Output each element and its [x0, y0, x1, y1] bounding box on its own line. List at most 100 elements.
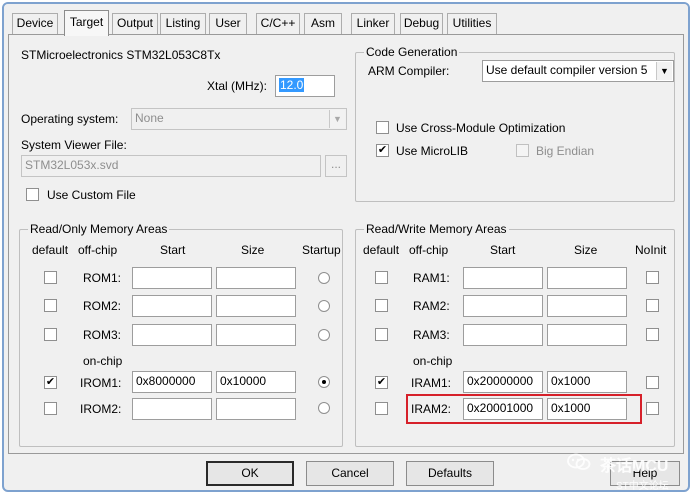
xtal-label: Xtal (MHz): [207, 79, 267, 93]
rom1-label: ROM1: [83, 271, 122, 285]
arm-compiler-label: ARM Compiler: [368, 64, 450, 78]
svd-path-field: STM32L053x.svd [21, 155, 321, 177]
tab-cpp[interactable]: C/C++ [256, 13, 300, 34]
irom2-startup-radio[interactable] [318, 402, 330, 414]
rom-header-default: default [32, 243, 69, 257]
rom2-startup-radio[interactable] [318, 300, 330, 312]
tab-bar: Device Target Output Listing User C/C++ … [4, 4, 688, 36]
ram3-default-checkbox[interactable] [375, 328, 388, 341]
ram3-size-input[interactable] [547, 324, 627, 346]
ram3-label: RAM3: [413, 328, 450, 342]
tab-linker[interactable]: Linker [351, 13, 395, 34]
rom1-startup-radio[interactable] [318, 272, 330, 284]
irom2-default-checkbox[interactable] [44, 402, 57, 415]
tab-asm[interactable]: Asm [304, 13, 342, 34]
ram2-size-input[interactable] [547, 295, 627, 317]
rom3-label: ROM3: [83, 328, 122, 342]
rom-header-start: Start [160, 243, 186, 257]
arm-compiler-select[interactable]: Use default compiler version 5 ▼ [482, 60, 674, 82]
tab-utilities[interactable]: Utilities [447, 13, 497, 34]
svd-label: System Viewer File: [21, 138, 127, 152]
ok-button[interactable]: OK [206, 461, 294, 486]
xtal-input[interactable]: 12.0 [275, 75, 335, 97]
ram1-default-checkbox[interactable] [375, 271, 388, 284]
rom-header-size: Size [241, 243, 265, 257]
read-only-memory-group: Read/Only Memory Areas default off-chip … [19, 222, 343, 447]
ram3-noinit-checkbox[interactable] [646, 328, 659, 341]
watermark-logo-icon [567, 452, 591, 475]
defaults-button[interactable]: Defaults [406, 461, 494, 486]
rom3-size-input[interactable] [216, 324, 296, 346]
iram2-default-checkbox[interactable] [375, 402, 388, 415]
ram1-start-input[interactable] [463, 267, 543, 289]
irom2-label: IROM2: [80, 402, 122, 416]
ram-header-size: Size [574, 243, 598, 257]
microlib-checkbox[interactable]: ✔ [376, 144, 389, 157]
iram1-noinit-checkbox[interactable] [646, 376, 659, 389]
check-icon: ✔ [376, 376, 387, 388]
rom3-start-input[interactable] [132, 324, 212, 346]
irom2-start-input[interactable] [132, 398, 212, 420]
check-icon: ✔ [45, 376, 56, 388]
code-generation-group: Code Generation ARM Compiler: Use defaul… [355, 45, 675, 202]
device-name: STMicroelectronics STM32L053C8Tx [21, 48, 221, 62]
big-endian-checkbox [516, 144, 529, 157]
tab-debug[interactable]: Debug [400, 13, 443, 34]
cancel-button[interactable]: Cancel [306, 461, 394, 486]
iram1-start-input[interactable]: 0x20000000 [463, 371, 543, 393]
tab-user[interactable]: User [209, 13, 247, 34]
tab-target[interactable]: Target [64, 10, 109, 36]
irom1-start-input[interactable]: 0x8000000 [132, 371, 212, 393]
svd-browse-button: ... [325, 155, 347, 177]
chevron-down-icon[interactable]: ▼ [656, 62, 672, 80]
ram2-start-input[interactable] [463, 295, 543, 317]
irom1-default-checkbox[interactable]: ✔ [44, 376, 57, 389]
tab-output[interactable]: Output [112, 13, 158, 34]
cross-module-checkbox[interactable] [376, 121, 389, 134]
cross-module-label: Use Cross-Module Optimization [396, 121, 566, 135]
watermark-sub: ST中文论坛 [616, 481, 669, 492]
iram1-default-checkbox[interactable]: ✔ [375, 376, 388, 389]
rom2-default-checkbox[interactable] [44, 299, 57, 312]
ram2-label: RAM2: [413, 299, 450, 313]
chevron-down-icon: ▼ [329, 110, 345, 128]
read-write-memory-group: Read/Write Memory Areas default off-chip… [355, 222, 675, 447]
read-write-memory-title: Read/Write Memory Areas [364, 222, 509, 236]
tab-listing[interactable]: Listing [160, 13, 206, 34]
ram1-label: RAM1: [413, 271, 450, 285]
irom1-startup-radio[interactable] [318, 376, 330, 388]
use-custom-file-checkbox[interactable] [26, 188, 39, 201]
rom-header-offchip: off-chip [78, 243, 118, 257]
rom3-default-checkbox[interactable] [44, 328, 57, 341]
rom3-startup-radio[interactable] [318, 329, 330, 341]
microlib-label: Use MicroLIB [396, 144, 469, 158]
rom2-start-input[interactable] [132, 295, 212, 317]
read-only-memory-title: Read/Only Memory Areas [28, 222, 170, 236]
big-endian-label: Big Endian [536, 144, 595, 158]
os-label: Operating system: [21, 112, 119, 126]
code-generation-title: Code Generation [364, 45, 460, 59]
watermark-name: 茶话MCU [600, 458, 669, 475]
ram-header-start: Start [490, 243, 516, 257]
ram-header-default: default [363, 243, 400, 257]
irom2-size-input[interactable] [216, 398, 296, 420]
tab-device[interactable]: Device [12, 13, 58, 34]
use-custom-file-label: Use Custom File [47, 188, 136, 202]
iram1-label: IRAM1: [411, 376, 452, 390]
dialog-window: Device Target Output Listing User C/C++ … [2, 2, 690, 492]
rom2-label: ROM2: [83, 299, 122, 313]
ram2-noinit-checkbox[interactable] [646, 299, 659, 312]
ram1-size-input[interactable] [547, 267, 627, 289]
ram-header-noinit: NoInit [635, 243, 667, 257]
iram2-highlight-box [406, 394, 642, 424]
ram1-noinit-checkbox[interactable] [646, 271, 659, 284]
rom1-start-input[interactable] [132, 267, 212, 289]
rom1-size-input[interactable] [216, 267, 296, 289]
rom2-size-input[interactable] [216, 295, 296, 317]
iram2-noinit-checkbox[interactable] [646, 402, 659, 415]
rom1-default-checkbox[interactable] [44, 271, 57, 284]
ram2-default-checkbox[interactable] [375, 299, 388, 312]
ram3-start-input[interactable] [463, 324, 543, 346]
iram1-size-input[interactable]: 0x1000 [547, 371, 627, 393]
irom1-size-input[interactable]: 0x10000 [216, 371, 296, 393]
